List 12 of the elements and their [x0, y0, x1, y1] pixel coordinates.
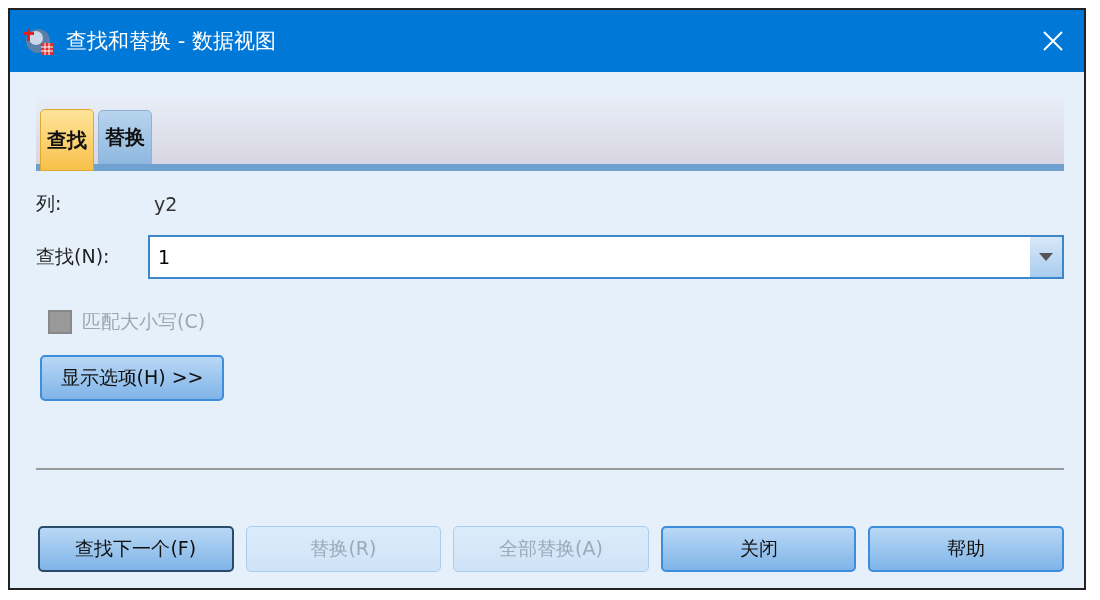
tab[interactable]: 查找 — [40, 109, 94, 171]
window-title: 查找和替换 - 数据视图 — [66, 28, 277, 55]
dialog-button[interactable]: 查找下一个(F) — [38, 526, 234, 572]
dialog-button[interactable]: 帮助 — [868, 526, 1064, 572]
dialog-button[interactable]: 关闭 — [660, 526, 857, 572]
tab[interactable]: 替换 — [98, 110, 152, 164]
column-label: 列: — [36, 191, 63, 216]
show-options-button[interactable]: 显示选项(H) >> — [40, 355, 224, 401]
app-icon — [24, 26, 54, 56]
match-case-label: 匹配大小写(C) — [82, 309, 206, 334]
find-label: 查找(N): — [36, 244, 111, 269]
column-value: y2 — [154, 193, 178, 215]
